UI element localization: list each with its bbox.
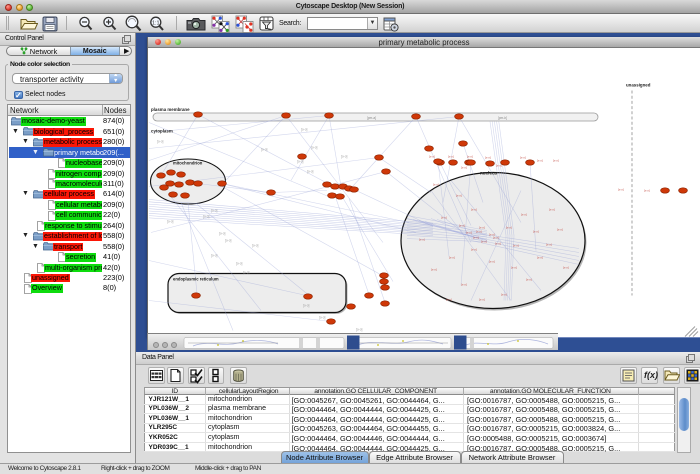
- svg-text:plasma membrane: plasma membrane: [151, 107, 190, 112]
- svg-text:[x-x]: [x-x]: [446, 297, 452, 301]
- svg-text:[x-x]: [x-x]: [473, 235, 479, 239]
- svg-text:[o-o]: [o-o]: [319, 315, 325, 319]
- svg-text:[x-x]: [x-x]: [476, 229, 482, 233]
- svg-text:[o-o]: [o-o]: [236, 261, 242, 265]
- svg-text:[o-o]: [o-o]: [297, 159, 303, 163]
- svg-text:[o-o]: [o-o]: [303, 303, 309, 307]
- svg-text:[x-x]: [x-x]: [461, 165, 467, 169]
- svg-text:[o-o]: [o-o]: [211, 208, 217, 212]
- svg-text:[x-x]: [x-x]: [520, 155, 526, 159]
- svg-text:[x-x]: [x-x]: [441, 215, 447, 219]
- svg-text:[x-x]: [x-x]: [521, 212, 527, 216]
- svg-text:[x-x]: [x-x]: [459, 223, 465, 227]
- svg-text:[pm-a]: [pm-a]: [367, 115, 376, 119]
- svg-text:[x-x]: [x-x]: [449, 255, 455, 259]
- svg-text:[x-x]: [x-x]: [549, 207, 555, 211]
- svg-text:[x-x]: [x-x]: [537, 158, 543, 162]
- svg-text:[x-x]: [x-x]: [433, 182, 439, 186]
- svg-text:[o-o]: [o-o]: [243, 270, 249, 274]
- svg-text:cytoplasm: cytoplasm: [151, 128, 173, 133]
- svg-text:[x-x]: [x-x]: [557, 227, 563, 231]
- svg-text:[x-x]: [x-x]: [489, 232, 495, 236]
- svg-text:[o-o]: [o-o]: [157, 139, 163, 143]
- svg-text:[o-o]: [o-o]: [219, 231, 225, 235]
- svg-text:[x-x]: [x-x]: [431, 267, 437, 271]
- svg-text:[o-o]: [o-o]: [211, 253, 217, 257]
- svg-text:[x-x]: [x-x]: [563, 265, 569, 269]
- svg-text:[x-x]: [x-x]: [448, 154, 454, 158]
- svg-text:[x-x]: [x-x]: [495, 241, 501, 245]
- svg-text:[x-x]: [x-x]: [489, 259, 495, 263]
- svg-text:[x-x]: [x-x]: [511, 265, 517, 269]
- svg-text:mitochondrion: mitochondrion: [173, 160, 203, 165]
- svg-text:nucleus: nucleus: [480, 170, 498, 175]
- svg-text:[x-x]: [x-x]: [496, 163, 502, 167]
- svg-text:[pm-b]: [pm-b]: [498, 115, 507, 119]
- svg-text:[x-x]: [x-x]: [456, 193, 462, 197]
- svg-text:[x-x]: [x-x]: [526, 277, 532, 281]
- svg-text:[x-x]: [x-x]: [471, 247, 477, 251]
- svg-text:[o-o]: [o-o]: [356, 327, 362, 331]
- svg-text:[o-o]: [o-o]: [167, 219, 173, 223]
- svg-text:[x-x]: [x-x]: [429, 154, 435, 158]
- svg-text:[o-o]: [o-o]: [225, 238, 231, 242]
- svg-text:[o-o]: [o-o]: [301, 127, 307, 131]
- svg-text:[o-o]: [o-o]: [311, 145, 317, 149]
- svg-text:[x-x]: [x-x]: [644, 188, 650, 192]
- svg-text:unassigned: unassigned: [626, 82, 651, 87]
- svg-text:[o-o]: [o-o]: [307, 169, 313, 173]
- svg-text:[x-x]: [x-x]: [618, 187, 624, 191]
- svg-text:[x-x]: [x-x]: [513, 243, 519, 247]
- svg-text:[o-o]: [o-o]: [261, 147, 267, 151]
- svg-text:1:1: 1:1: [152, 20, 160, 26]
- svg-text:[x-x]: [x-x]: [461, 282, 467, 286]
- svg-text:[x-x]: [x-x]: [479, 225, 485, 229]
- svg-text:[x-x]: [x-x]: [537, 255, 543, 259]
- svg-text:[x-x]: [x-x]: [479, 297, 485, 301]
- svg-text:[x-x]: [x-x]: [481, 239, 487, 243]
- svg-text:[x-x]: [x-x]: [485, 155, 491, 159]
- svg-text:[o-o]: [o-o]: [341, 154, 347, 158]
- svg-text:[x-x]: [x-x]: [501, 292, 507, 296]
- svg-text:[x-x]: [x-x]: [506, 225, 512, 229]
- svg-text:endoplasmic reticulum: endoplasmic reticulum: [173, 276, 219, 281]
- svg-text:[x-x]: [x-x]: [466, 230, 472, 234]
- svg-text:[x-x]: [x-x]: [471, 207, 477, 211]
- svg-text:[o-o]: [o-o]: [203, 214, 209, 218]
- svg-text:[x-x]: [x-x]: [553, 158, 559, 162]
- svg-text:[x-x]: [x-x]: [419, 237, 425, 241]
- svg-text:[x-x]: [x-x]: [467, 154, 473, 158]
- svg-text:[o-o]: [o-o]: [252, 243, 258, 247]
- svg-text:[x-x]: [x-x]: [533, 229, 539, 233]
- svg-text:[x-x]: [x-x]: [546, 242, 552, 246]
